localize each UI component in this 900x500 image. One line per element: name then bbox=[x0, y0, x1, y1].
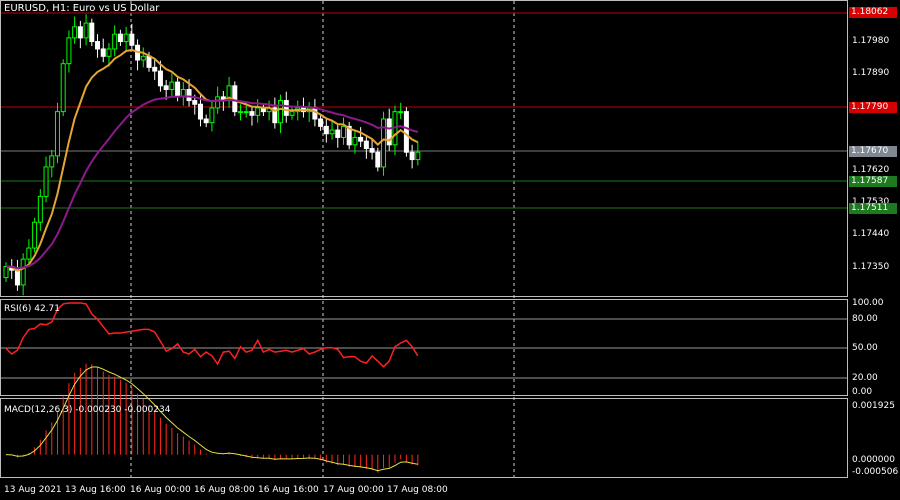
rsi-label: RSI(6) 42.71 bbox=[4, 304, 60, 314]
price-tick: 1.17350 bbox=[852, 262, 890, 272]
time-label: 16 Aug 08:00 bbox=[194, 485, 255, 495]
candle-body bbox=[409, 151, 415, 161]
candle-body bbox=[203, 118, 209, 124]
candle-body bbox=[54, 111, 60, 157]
candle-body bbox=[369, 148, 375, 153]
price-tick: 1.17890 bbox=[852, 68, 890, 78]
candle-body bbox=[381, 118, 387, 168]
candle-body bbox=[157, 70, 163, 87]
time-label: 13 Aug 2021 bbox=[4, 485, 62, 495]
candle-body bbox=[415, 151, 421, 161]
candle-body bbox=[323, 125, 329, 135]
macd-tick: 0.000000 bbox=[852, 455, 895, 465]
candle-body bbox=[403, 111, 409, 153]
candle-body bbox=[312, 107, 318, 120]
macd-tick: -0.000506 bbox=[852, 467, 899, 477]
candle-body bbox=[358, 136, 364, 142]
candle-body bbox=[249, 111, 255, 116]
trading-chart-canvas[interactable] bbox=[0, 0, 900, 500]
candle-body bbox=[289, 111, 295, 116]
price-tick: 1.17980 bbox=[852, 36, 890, 46]
candle-body bbox=[169, 81, 175, 90]
candle-body bbox=[49, 155, 55, 168]
candle-body bbox=[352, 136, 358, 146]
rsi-tick: 50.00 bbox=[852, 343, 878, 353]
candle-body bbox=[72, 26, 78, 39]
price-label-red: 1.17790 bbox=[849, 102, 897, 113]
price-label-green: 1.17587 bbox=[849, 176, 897, 187]
candle-body bbox=[32, 221, 38, 249]
candle-body bbox=[60, 63, 66, 113]
candle-body bbox=[14, 269, 20, 286]
time-label: 16 Aug 00:00 bbox=[130, 485, 191, 495]
moving-average-fast bbox=[5, 48, 419, 272]
candle-body bbox=[340, 125, 346, 138]
price-label-green: 1.17511 bbox=[849, 203, 897, 214]
price-tick: 1.17440 bbox=[852, 229, 890, 239]
rsi-tick: 20.00 bbox=[852, 373, 878, 383]
macd-signal-line bbox=[5, 366, 418, 472]
price-tick: 1.17620 bbox=[852, 165, 890, 175]
time-label: 16 Aug 16:00 bbox=[258, 485, 319, 495]
time-label: 17 Aug 08:00 bbox=[387, 485, 448, 495]
candle-body bbox=[192, 100, 198, 105]
candle-body bbox=[329, 129, 335, 135]
candle-body bbox=[335, 129, 341, 138]
candle-body bbox=[209, 107, 215, 124]
candle-body bbox=[117, 33, 123, 43]
candle-body bbox=[3, 266, 9, 279]
rsi-line bbox=[5, 302, 419, 368]
candle-body bbox=[37, 195, 43, 223]
candle-body bbox=[129, 33, 135, 46]
main-panel-border bbox=[0, 0, 848, 297]
candle-body bbox=[398, 111, 404, 114]
candle-body bbox=[163, 85, 169, 90]
candle-body bbox=[278, 100, 284, 124]
rsi-tick: 80.00 bbox=[852, 314, 878, 324]
candle-body bbox=[375, 151, 381, 168]
candle-body bbox=[175, 81, 181, 98]
time-label: 13 Aug 16:00 bbox=[65, 485, 126, 495]
candle-body bbox=[215, 96, 221, 109]
candle-body bbox=[100, 48, 106, 57]
candle-body bbox=[95, 41, 101, 50]
candle-body bbox=[83, 22, 89, 39]
candle-body bbox=[89, 22, 95, 43]
candle-body bbox=[146, 55, 152, 68]
candle-body bbox=[283, 100, 289, 116]
candle-body bbox=[140, 55, 146, 61]
candle-body bbox=[43, 166, 49, 197]
candle-body bbox=[243, 111, 249, 114]
rsi-tick: 100.00 bbox=[852, 298, 884, 308]
candle-body bbox=[106, 48, 112, 57]
candle-body bbox=[112, 33, 118, 50]
candle-body bbox=[26, 247, 32, 260]
chart-title: EURUSD, H1: Euro vs US Dollar bbox=[4, 3, 160, 14]
candle-body bbox=[197, 103, 203, 120]
candle-body bbox=[255, 107, 261, 116]
candle-body bbox=[123, 33, 129, 43]
rsi-tick: 0.00 bbox=[852, 387, 873, 397]
candle-body bbox=[20, 258, 26, 286]
macd-tick: 0.001925 bbox=[852, 401, 895, 411]
candle-body bbox=[152, 66, 158, 72]
time-label: 17 Aug 00:00 bbox=[323, 485, 384, 495]
candle-body bbox=[186, 89, 192, 102]
candle-body bbox=[363, 140, 369, 149]
price-label-current: 1.17670 bbox=[849, 146, 897, 157]
candle-body bbox=[66, 37, 72, 65]
macd-label: MACD(12,26,3) -0.000230 -0.000234 bbox=[4, 405, 171, 415]
price-label-red: 1.18062 bbox=[849, 7, 897, 18]
candle-body bbox=[238, 111, 244, 114]
candle-body bbox=[318, 118, 324, 127]
candle-body bbox=[77, 26, 83, 39]
